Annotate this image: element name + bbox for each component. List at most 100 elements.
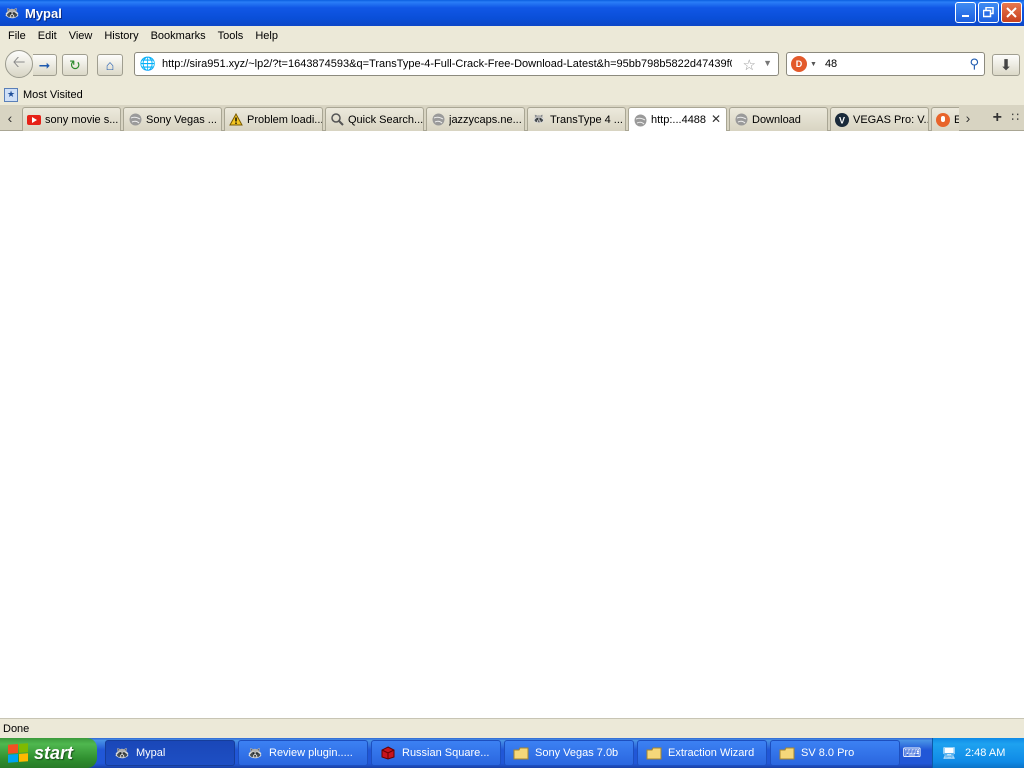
taskbar-item-label: Sony Vegas 7.0b [535, 747, 619, 759]
window-title: Mypal [25, 5, 62, 21]
taskbar-item-russian-square[interactable]: Russian Square... [371, 740, 501, 766]
close-icon [1006, 7, 1017, 18]
taskbar: start 🦝 Mypal 🦝 Review plugin..... Russi… [0, 738, 1024, 768]
globe-icon [128, 113, 142, 127]
raccoon-icon: 🦝 [114, 746, 130, 760]
restore-button[interactable] [978, 2, 999, 23]
folder-icon [646, 745, 662, 761]
url-dropdown-icon[interactable]: ▼ [763, 58, 772, 68]
tab-label: Sony Vegas ... [146, 113, 217, 126]
clock[interactable]: 2:48 AM [965, 747, 1005, 759]
tab-jazzycaps[interactable]: jazzycaps.ne... [426, 107, 525, 131]
orange-circle-icon [936, 112, 950, 127]
globe-icon: 🌐 [139, 56, 157, 71]
navigation-toolbar: 🡠 ➞ ↻ ⌂ 🌐 http://sira951.xyz/~lp2/?t=164… [0, 46, 1024, 84]
tab-label: Download [752, 113, 801, 126]
taskbar-item-label: Russian Square... [402, 747, 490, 759]
warning-icon [229, 113, 243, 127]
forward-arrow-icon: ➞ [38, 56, 51, 73]
tab-label: VEGAS Pro: V... [853, 113, 928, 126]
taskbar-item-review-plugin[interactable]: 🦝 Review plugin..... [238, 740, 368, 766]
red-cube-icon [380, 745, 396, 761]
menu-view[interactable]: View [63, 27, 99, 45]
tab-label: http:...4488 [651, 114, 707, 126]
menu-help[interactable]: Help [249, 27, 284, 45]
home-icon: ⌂ [105, 57, 115, 73]
page-content[interactable] [0, 131, 1024, 718]
list-all-tabs-icon[interactable]: ∷ [1011, 110, 1019, 124]
tab-sony-movie[interactable]: sony movie s... [22, 107, 121, 131]
back-arrow-icon: 🡠 [12, 53, 26, 71]
tab-scroll-left-icon[interactable]: ‹ [2, 109, 18, 127]
status-bar: Done [0, 718, 1024, 738]
taskbar-item-label: Extraction Wizard [668, 747, 755, 759]
home-button[interactable]: ⌂ [97, 54, 123, 76]
engine-dropdown-icon[interactable]: ▼ [810, 61, 817, 68]
downloads-button[interactable]: ⬇ [992, 54, 1020, 76]
youtube-icon [27, 113, 41, 127]
tab-problem-loading[interactable]: Problem loadi... [224, 107, 323, 131]
windows-logo-icon [8, 743, 28, 763]
taskbar-item-mypal[interactable]: 🦝 Mypal [105, 740, 235, 766]
folder-icon [513, 745, 529, 761]
bookmark-star-icon[interactable]: ☆ [743, 56, 756, 74]
raccoon-icon: 🦝 [532, 114, 546, 125]
forward-button[interactable]: ➞ [33, 54, 57, 76]
tab-label: E [954, 114, 959, 126]
reload-icon: ↻ [69, 56, 81, 73]
bookmark-most-visited[interactable]: Most Visited [23, 89, 83, 101]
minimize-button[interactable] [955, 2, 976, 23]
menu-history[interactable]: History [98, 27, 144, 45]
tab-partial[interactable]: E [931, 107, 959, 131]
tabs-container: sony movie s... Sony Vegas ... Problem l… [22, 107, 959, 131]
taskbar-item-sony-vegas[interactable]: Sony Vegas 7.0b [504, 740, 634, 766]
globe-icon [431, 113, 445, 127]
vegas-icon: V [835, 112, 849, 127]
taskbar-item-sv8-pro[interactable]: SV 8.0 Pro [770, 740, 900, 766]
tab-close-icon[interactable]: ✕ [711, 112, 721, 126]
globe-icon [734, 113, 748, 127]
status-text: Done [3, 722, 30, 735]
url-bar[interactable]: 🌐 http://sira951.xyz/~lp2/?t=1643874593&… [134, 52, 779, 76]
tab-transtype[interactable]: 🦝 TransType 4 ... [527, 107, 626, 131]
url-text[interactable]: http://sira951.xyz/~lp2/?t=1643874593&q=… [162, 58, 732, 70]
menu-bar: File Edit View History Bookmarks Tools H… [0, 26, 1024, 46]
tab-label: sony movie s... [45, 113, 119, 126]
tab-label: jazzycaps.ne... [449, 113, 522, 126]
start-label: start [34, 742, 74, 763]
search-icon[interactable]: ⚲ [969, 56, 979, 72]
menu-edit[interactable]: Edit [32, 27, 63, 45]
start-button[interactable]: start [0, 738, 97, 768]
duckduckgo-icon[interactable]: D [791, 56, 807, 72]
keyboard-icon[interactable]: ⌨ [903, 745, 922, 761]
search-bar[interactable]: D ▼ 48 ⚲ [786, 52, 985, 76]
new-tab-button[interactable]: + [993, 109, 1002, 127]
search-input[interactable]: 48 [825, 58, 837, 70]
taskbar-item-label: Review plugin..... [269, 747, 353, 759]
tab-download[interactable]: Download [729, 107, 828, 131]
taskbar-item-label: Mypal [136, 747, 166, 759]
restore-icon [983, 7, 994, 18]
tab-quick-search[interactable]: Quick Search... [325, 107, 424, 131]
tab-label: Problem loadi... [247, 113, 322, 126]
bookmarks-toolbar: ★ Most Visited [0, 84, 1024, 105]
reload-button[interactable]: ↻ [62, 54, 88, 76]
svg-text:V: V [839, 115, 845, 125]
tab-scroll-right-icon[interactable]: › [960, 109, 976, 127]
back-button[interactable]: 🡠 [5, 50, 33, 78]
taskbar-item-extraction-wizard[interactable]: Extraction Wizard [637, 740, 767, 766]
tab-vegas-pro[interactable]: V VEGAS Pro: V... [830, 107, 929, 131]
magnifier-icon [330, 113, 344, 127]
network-icon[interactable]: 🖥 [941, 745, 957, 761]
menu-tools[interactable]: Tools [212, 27, 250, 45]
menu-bookmarks[interactable]: Bookmarks [145, 27, 212, 45]
bookmark-folder-icon: ★ [4, 87, 18, 102]
tab-sony-vegas[interactable]: Sony Vegas ... [123, 107, 222, 131]
close-button[interactable] [1001, 2, 1022, 23]
menu-file[interactable]: File [2, 27, 32, 45]
download-arrow-icon: ⬇ [999, 57, 1013, 74]
tab-current-http[interactable]: http:...4488 ✕ [628, 107, 727, 131]
tab-strip: ‹ sony movie s... Sony Vegas ... Problem… [0, 105, 1024, 131]
title-bar[interactable]: 🦝 Mypal [0, 0, 1024, 26]
folder-icon [779, 745, 795, 761]
